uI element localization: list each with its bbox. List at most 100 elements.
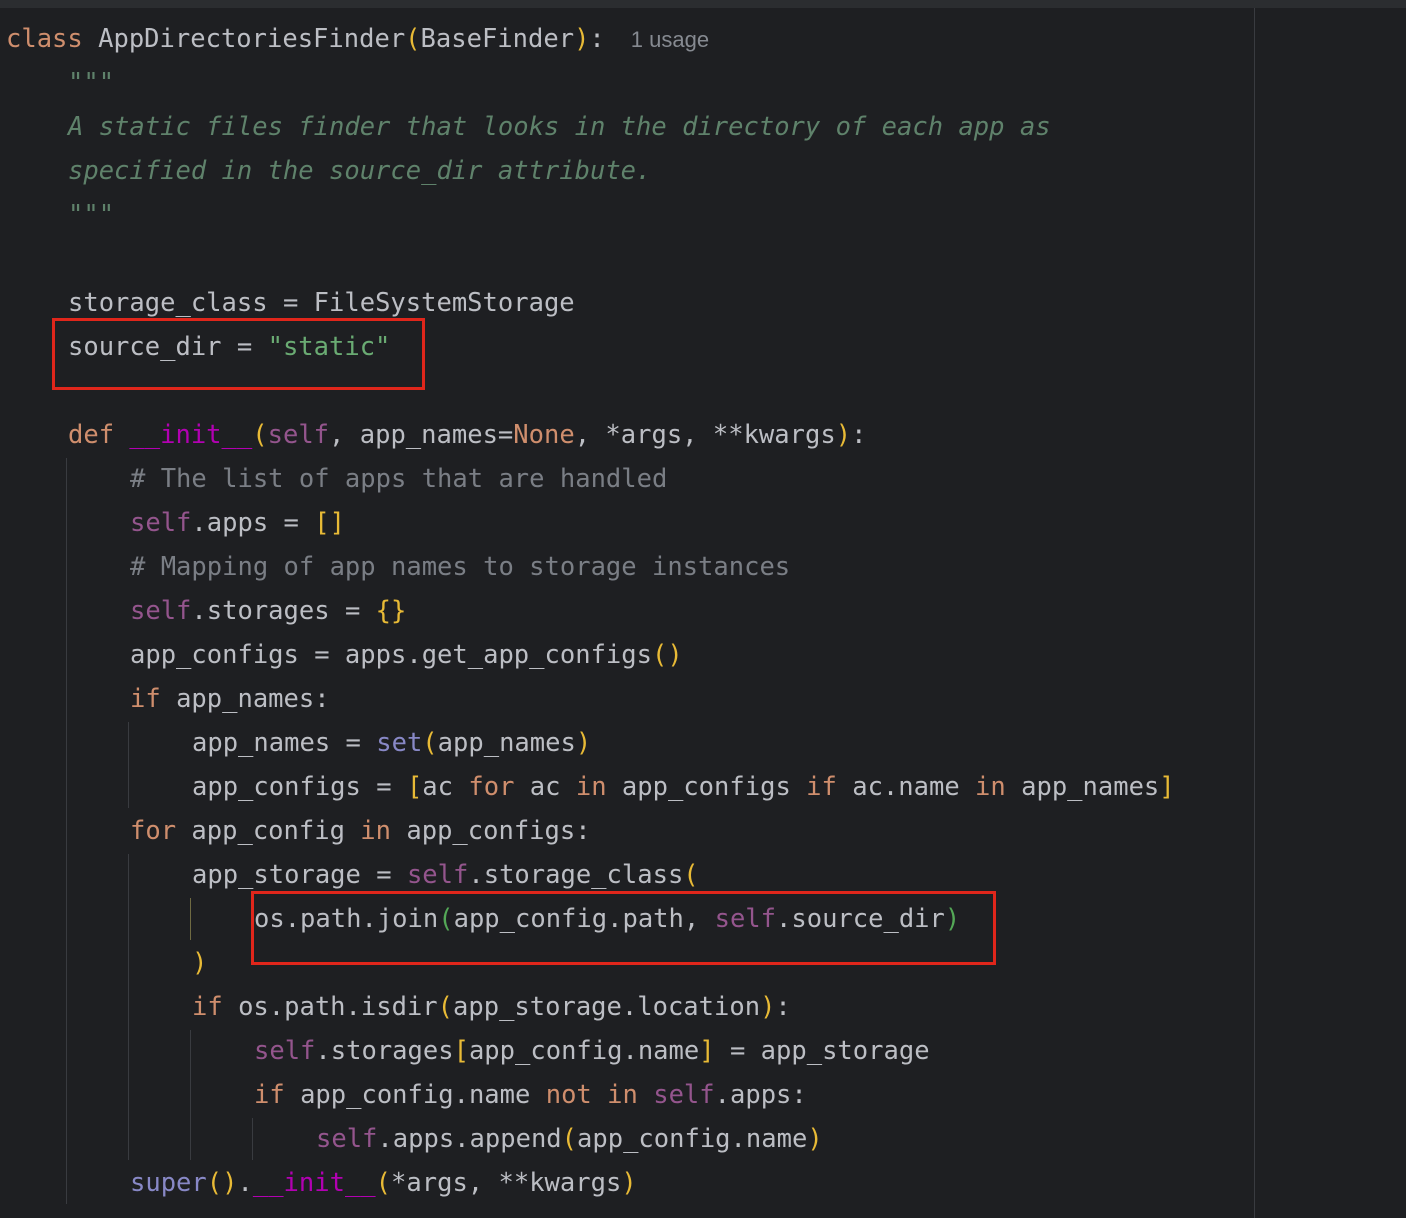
paren: ( [561,1124,578,1154]
bracket: [ [453,1036,469,1066]
code-text: app_names = [192,728,377,758]
code-text: os.path.isdir [222,992,438,1022]
self-keyword: self [130,596,192,626]
attr: .storages [315,1036,454,1066]
editor-top-border [0,0,1406,8]
highlight-box-path-join [251,891,996,965]
paren: () [651,640,683,670]
code-line-def-init[interactable]: def __init__(self, app_names=None, *args… [68,413,866,457]
attribute-value: FileSystemStorage [313,288,575,318]
keyword-in: in [360,816,392,846]
code-line-set-app-names[interactable]: app_names = set(app_names) [192,721,591,765]
attr: .apps.append [377,1124,562,1154]
code-text: app_storage = [192,860,407,890]
code-line-self-apps[interactable]: self.apps = [] [130,501,345,545]
arg: app_names [437,728,576,758]
code-line-self-storages[interactable]: self.storages = {} [130,589,406,633]
code-line-if-isdir[interactable]: if os.path.isdir(app_storage.location): [192,985,791,1029]
keyword-for: for [130,816,177,846]
paren: ( [437,992,454,1022]
indent-guide [66,458,67,1204]
right-margin-guide [1254,8,1255,1218]
code-line-for-app-config[interactable]: for app_config in app_configs: [130,809,591,853]
code-text: app_configs = apps.get_app_configs [130,640,652,670]
paren: () [206,1168,238,1198]
self-keyword: self [406,860,469,890]
code-line-storages-assign[interactable]: self.storages[app_config.name] = app_sto… [254,1029,930,1073]
indent-guide [190,1030,191,1160]
paren: ) [760,992,776,1022]
paren: ) [807,1124,823,1154]
bracket: [] [314,508,345,538]
code-text: ac [514,772,576,802]
arg: app_config.name [577,1124,808,1154]
keyword-if: if [192,992,223,1022]
keyword-if: if [254,1080,285,1110]
paren: ) [835,420,852,450]
code-line-app-configs[interactable]: app_configs = apps.get_app_configs() [130,633,683,677]
docstring-line: A static files finder that looks in the … [68,112,1051,142]
code-text: app_config.name [284,1080,546,1110]
attr: .apps: [714,1080,807,1110]
code-text: = app_storage [714,1036,930,1066]
paren: ( [375,1168,392,1198]
param: app_names= [359,420,514,450]
code-line-if-app-names[interactable]: if app_names: [130,677,330,721]
self-keyword: self [130,508,192,538]
paren: ( [422,728,438,758]
code-line-class-def[interactable]: class AppDirectoriesFinder(BaseFinder): 1… [6,17,709,61]
indent-guide [190,898,191,940]
params: , *args, **kwargs [574,420,836,450]
bracket: ] [1159,772,1175,802]
arg: app_storage.location [453,992,761,1022]
keyword-not: not [545,1080,592,1110]
docstring-close: """ [68,200,115,230]
code-line-apps-append[interactable]: self.apps.append(app_config.name) [316,1117,823,1161]
indent-guide [128,854,129,1160]
code-comment: # The list of apps that are handled [130,464,668,494]
code-text: app_configs [606,772,807,802]
keyword-in: in [575,772,607,802]
paren: ) [621,1168,637,1198]
args: *args, **kwargs [391,1168,622,1198]
keyword-def: def [68,420,115,450]
paren: ( [252,420,268,450]
keyword-in: in [975,772,1006,802]
self-keyword: self [653,1080,715,1110]
keyword-class: class [6,24,83,54]
bracket: ] [699,1036,715,1066]
code-text: app_names: [160,684,330,714]
keyword-in: in [607,1080,638,1110]
paren: ) [574,24,590,54]
function-name: __init__ [129,420,253,450]
none-keyword: None [513,420,575,450]
self-keyword: self [316,1124,378,1154]
docstring-open: """ [68,68,115,98]
code-text: app_configs: [391,816,591,846]
brace: {} [375,596,407,626]
attr: .storage_class [468,860,684,890]
builtin-super: super [130,1168,207,1198]
code-text: ac [422,772,469,802]
key: app_config.name [468,1036,700,1066]
attr: .apps = [191,508,315,538]
attribute-name: storage_class [68,288,268,318]
dunder-init: __init__ [252,1168,376,1198]
code-line-list-comprehension[interactable]: app_configs = [ac for ac in app_configs … [192,765,1175,809]
paren: ( [405,24,421,54]
self-keyword: self [267,420,330,450]
attr: .storages = [191,596,376,626]
indent-guide [128,722,129,808]
keyword-if: if [130,684,161,714]
indent-guide [252,1118,253,1160]
keyword-if: if [806,772,837,802]
code-text: app_config [176,816,361,846]
highlight-box-source-dir [52,318,425,390]
code-line-close-paren[interactable]: ) [192,941,207,985]
usage-hint[interactable]: 1 usage [631,27,709,52]
code-line-if-not-in[interactable]: if app_config.name not in self.apps: [254,1073,807,1117]
bracket: [ [406,772,423,802]
paren: ( [683,860,699,890]
code-line-super-init[interactable]: super().__init__(*args, **kwargs) [130,1161,637,1205]
docstring-line: specified in the source_dir attribute. [68,156,652,186]
